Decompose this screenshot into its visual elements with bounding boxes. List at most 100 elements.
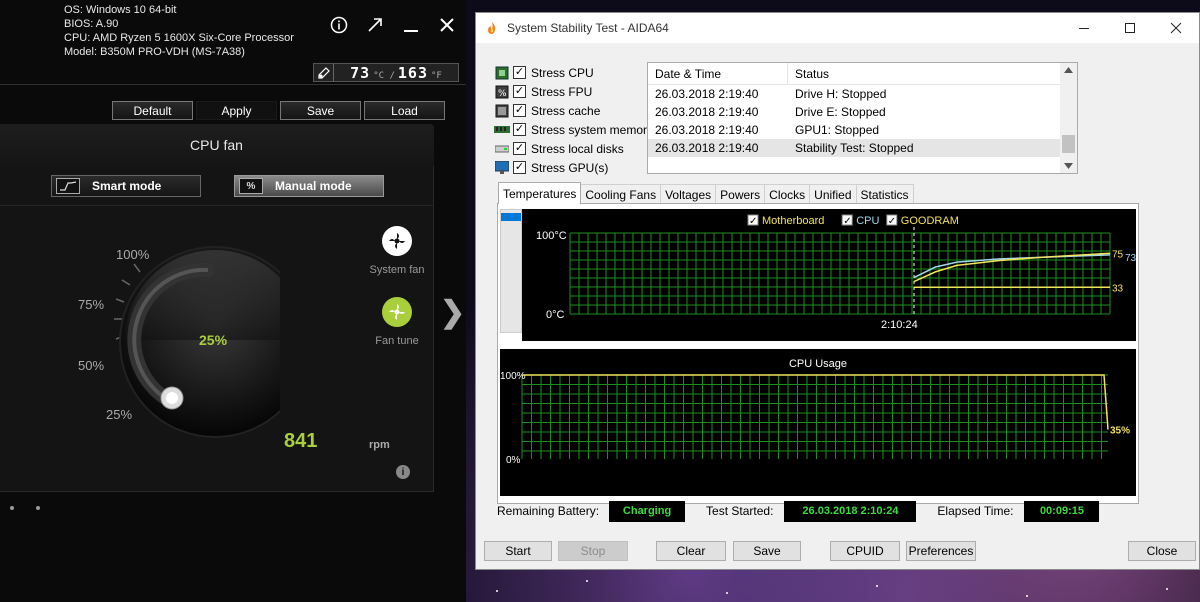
- stress-option-label: Stress GPU(s): [531, 160, 609, 175]
- stress-option[interactable]: ✓ Stress GPU(s): [494, 158, 653, 177]
- tab-clocks[interactable]: Clocks: [764, 184, 811, 204]
- close-icon[interactable]: [436, 14, 458, 36]
- log-cell-date: 26.03.2018 2:19:40: [655, 123, 759, 137]
- flame-icon: [488, 22, 496, 34]
- preferences-button[interactable]: Preferences: [906, 541, 976, 561]
- remaining-battery-label: Remaining Battery:: [497, 504, 600, 518]
- mini-mode-icon[interactable]: [364, 14, 386, 36]
- stress-option-label: Stress cache: [531, 103, 601, 118]
- star: [496, 590, 498, 592]
- stress-option-label: Stress system memory: [531, 122, 654, 137]
- close-button[interactable]: Close: [1128, 541, 1196, 561]
- manual-mode-button[interactable]: % Manual mode: [234, 175, 384, 197]
- chevron-right-icon[interactable]: ❯: [440, 295, 465, 330]
- os-info: OS: Windows 10 64-bit: [64, 4, 177, 16]
- tab-unified[interactable]: Unified: [809, 184, 857, 204]
- clear-button[interactable]: Clear: [656, 541, 726, 561]
- stress-option[interactable]: % ✓ Stress FPU: [494, 82, 653, 101]
- stress-checkbox[interactable]: ✓: [513, 142, 526, 155]
- test-started-value: 26.03.2018 2:10:24: [784, 500, 917, 522]
- log-cell-date: 26.03.2018 2:19:40: [655, 141, 759, 155]
- dial-value: 25%: [199, 332, 228, 348]
- log-row[interactable]: 26.03.2018 2:19:40 GPU1: Stopped: [648, 121, 1077, 139]
- system-fan-label: System fan: [369, 264, 425, 276]
- stress-checkbox[interactable]: ✓: [513, 104, 526, 117]
- load-button[interactable]: Load: [364, 101, 445, 120]
- temp-fahrenheit: 163: [397, 63, 428, 82]
- test-started-label: Test Started:: [706, 504, 774, 518]
- stress-checkbox[interactable]: ✓: [513, 66, 526, 79]
- log-row[interactable]: 26.03.2018 2:19:40 Drive H: Stopped: [648, 85, 1077, 103]
- log-cell-date: 26.03.2018 2:19:40: [655, 87, 759, 101]
- divider: [0, 205, 434, 206]
- tab-temperatures[interactable]: Temperatures: [498, 182, 582, 204]
- column-header-status[interactable]: Status: [788, 63, 829, 84]
- tab-statistics[interactable]: Statistics: [855, 184, 914, 204]
- cpu-chip-icon: [494, 66, 510, 80]
- stress-option[interactable]: ✓ Stress local disks: [494, 139, 653, 158]
- minimize-icon[interactable]: [400, 14, 422, 36]
- sensor-list-selection[interactable]: [501, 213, 521, 221]
- default-button[interactable]: Default: [112, 101, 193, 120]
- section-header: CPU fan: [0, 124, 434, 166]
- start-button[interactable]: Start: [484, 541, 552, 561]
- x-axis-marker-label: 2:10:24: [881, 319, 918, 331]
- sensor-list[interactable]: [500, 209, 522, 333]
- aida64-window: System Stability Test - AIDA64 ✓ Stress C…: [475, 12, 1200, 570]
- remaining-battery-value: Charging: [609, 500, 686, 522]
- button-bar: Start Stop Clear Save CPUID Preferences …: [484, 541, 1196, 563]
- tab-powers[interactable]: Powers: [715, 184, 766, 204]
- temp-fahrenheit-unit: °F: [431, 70, 442, 81]
- fan-speed-dial[interactable]: [60, 220, 280, 460]
- log-scrollbar[interactable]: [1060, 63, 1077, 173]
- temperature-graph: ✓ Motherboard ✓ CPU ✓ GOODRAM 100°C 0°C 2:10:24 7…: [522, 209, 1136, 341]
- stress-option[interactable]: ✓ Stress system memory: [494, 120, 653, 139]
- smart-mode-button[interactable]: Smart mode: [51, 175, 201, 197]
- svg-text:%: %: [498, 89, 507, 99]
- save-button[interactable]: Save: [280, 101, 361, 120]
- y-axis-bottom-label: 0°C: [546, 309, 565, 321]
- legend-item[interactable]: ✓ Motherboard: [747, 214, 824, 227]
- legend-label: GOODRAM: [901, 215, 959, 227]
- info-icon[interactable]: [328, 14, 350, 36]
- scroll-up-icon[interactable]: [1064, 67, 1073, 73]
- log-row[interactable]: 26.03.2018 2:19:40 Drive E: Stopped: [648, 103, 1077, 121]
- legend-label: CPU: [856, 215, 879, 227]
- rpm-unit: rpm: [369, 439, 390, 451]
- stop-button[interactable]: Stop: [558, 541, 628, 561]
- scroll-down-icon[interactable]: [1064, 163, 1073, 169]
- series-line-cpu: [913, 254, 1111, 279]
- star: [876, 585, 878, 587]
- disk-drive-icon: [494, 142, 510, 156]
- log-cell-status: Stability Test: Stopped: [795, 141, 914, 155]
- system-fan-option[interactable]: System fan: [367, 226, 427, 276]
- page-dot[interactable]: [10, 506, 14, 510]
- graph-grid: [569, 232, 1111, 315]
- fan-tune-option[interactable]: Fan tune: [367, 297, 427, 347]
- maximize-icon[interactable]: [1107, 13, 1153, 43]
- stress-checkbox[interactable]: ✓: [513, 123, 526, 136]
- stress-option[interactable]: ✓ Stress cache: [494, 101, 653, 120]
- close-icon[interactable]: [1153, 13, 1199, 43]
- apply-button[interactable]: Apply: [196, 101, 277, 120]
- page-dot[interactable]: [36, 506, 40, 510]
- tab-voltages[interactable]: Voltages: [660, 184, 717, 204]
- info-icon[interactable]: i: [396, 465, 410, 479]
- bios-info: BIOS: A.90: [64, 18, 119, 30]
- cpuid-button[interactable]: CPUID: [830, 541, 900, 561]
- stress-checkbox[interactable]: ✓: [513, 161, 526, 174]
- y-axis-bottom-label: 0%: [506, 455, 521, 466]
- save-button[interactable]: Save: [733, 541, 801, 561]
- fan-tune-icon: [382, 297, 412, 327]
- legend-item[interactable]: ✓ CPU: [841, 214, 879, 227]
- dial-tick-25: 25%: [106, 407, 133, 422]
- log-row[interactable]: 26.03.2018 2:19:40 Stability Test: Stoppe…: [648, 139, 1061, 157]
- cpu-usage-graph: CPU Usage 100% 0% 35%: [500, 349, 1136, 496]
- tab-cooling-fans[interactable]: Cooling Fans: [580, 184, 662, 204]
- column-header-date-time[interactable]: Date & Time: [648, 63, 788, 84]
- stress-checkbox[interactable]: ✓: [513, 85, 526, 98]
- stress-option[interactable]: ✓ Stress CPU: [494, 63, 653, 82]
- minimize-icon[interactable]: [1061, 13, 1107, 43]
- legend-item[interactable]: ✓ GOODRAM: [886, 214, 959, 227]
- scroll-thumb[interactable]: [1062, 135, 1075, 153]
